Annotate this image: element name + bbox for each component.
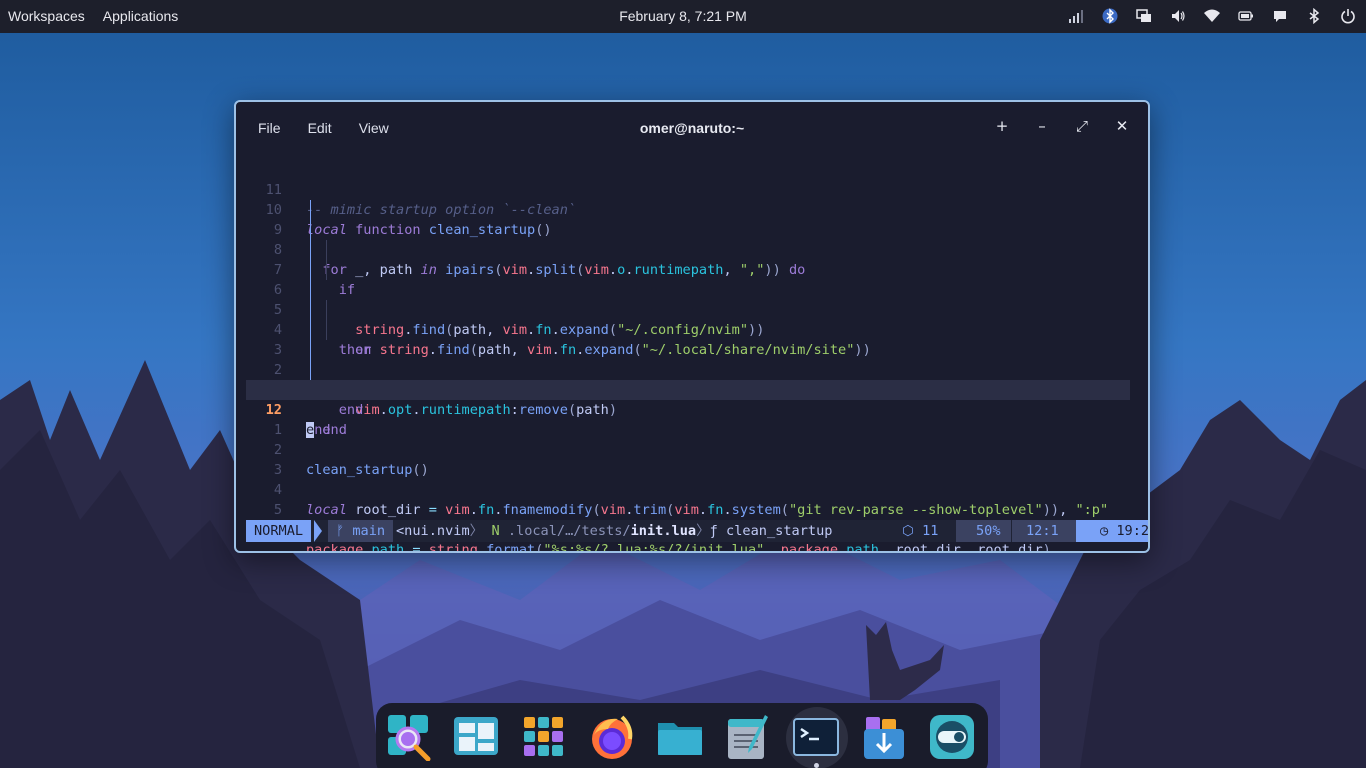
- menu-file[interactable]: File: [258, 120, 281, 136]
- indent-guide: [326, 300, 327, 320]
- code-line: 9 for _, path in ipairs(vim.split(vim.o.…: [246, 200, 1130, 278]
- maximize-icon[interactable]: ⤢: [1072, 116, 1092, 136]
- git-branch: ᚠ main: [328, 520, 394, 542]
- volume-icon[interactable]: [1168, 6, 1188, 26]
- settings-toggle-icon[interactable]: [928, 713, 976, 761]
- cursor-position: 12:1: [1012, 520, 1081, 542]
- indent-guide: [326, 240, 327, 260]
- indent-guide: [310, 320, 311, 340]
- code-line: 4 vim.opt.packpath:remove(path): [246, 300, 1130, 398]
- breadcrumb-plugin: <nui.nvim: [396, 523, 470, 539]
- active-app-indicator: [814, 763, 819, 768]
- clock[interactable]: February 8, 7:21 PM: [619, 8, 747, 24]
- firefox-icon[interactable]: [588, 713, 636, 761]
- indent-guide: [310, 360, 311, 380]
- code-line: 7 string.find(path, vim.fn.expand("~/.co…: [246, 240, 1130, 338]
- close-icon[interactable]: ✕: [1112, 116, 1132, 136]
- menu-view[interactable]: View: [359, 120, 389, 136]
- code-line: 5: [246, 480, 1130, 518]
- breadcrumb-function: clean_startup: [726, 523, 833, 539]
- code-line: 2 clean_startup(): [246, 420, 1130, 478]
- indent-guide: [310, 260, 311, 280]
- display-icon[interactable]: [1134, 6, 1154, 26]
- cube-icon: ⬡: [902, 523, 914, 539]
- clock-segment: ◷ 19:2: [1076, 520, 1148, 542]
- indent-guide: [310, 300, 311, 320]
- software-center-icon[interactable]: [860, 713, 908, 761]
- workspaces-button[interactable]: Workspaces: [8, 8, 85, 24]
- code-line: 6 package.path = string.format("%s;%s/?.…: [246, 500, 1130, 551]
- breadcrumb-separator: 〉: [696, 523, 710, 539]
- code-line: 10 local function clean_startup(): [246, 180, 1130, 238]
- app-grid-icon[interactable]: [520, 713, 568, 761]
- terminal-icon[interactable]: [792, 713, 840, 761]
- indent-guide: [310, 200, 311, 220]
- top-panel: Workspaces Applications February 8, 7:21…: [0, 0, 1366, 33]
- dock: [376, 703, 988, 768]
- minimize-icon[interactable]: –: [1032, 116, 1052, 136]
- notifications-icon[interactable]: [1270, 6, 1290, 26]
- code-editor[interactable]: 11 -- mimic startup option `--clean` 10 …: [246, 160, 1140, 551]
- mode-indicator: NORMAL: [246, 520, 312, 542]
- indent-guide: [326, 260, 327, 280]
- files-icon[interactable]: [656, 713, 704, 761]
- mode-separator: [314, 520, 322, 542]
- neovim-icon: N: [483, 523, 500, 539]
- code-line: 5 then: [246, 280, 1130, 358]
- battery-icon[interactable]: [1236, 6, 1256, 26]
- code-line: 4 local root_dir = vim.fn.fnamemodify(vi…: [246, 460, 1130, 518]
- menu-edit[interactable]: Edit: [308, 120, 332, 136]
- bluetooth-icon[interactable]: [1100, 6, 1120, 26]
- indent-guide: [310, 240, 311, 260]
- statusline: NORMAL ᚠ main <nui.nvim〉 N .local/…/test…: [246, 520, 1148, 542]
- bluetooth-alt-icon[interactable]: [1304, 6, 1324, 26]
- workspaces-app-icon[interactable]: [452, 713, 500, 761]
- code-line: 11 -- mimic startup option `--clean`: [246, 160, 1130, 218]
- function-icon: ƒ: [709, 523, 718, 539]
- scroll-percent: 50%: [956, 520, 1011, 542]
- wifi-icon[interactable]: [1202, 6, 1222, 26]
- clock-icon: ◷: [1100, 523, 1117, 539]
- current-line: 12 end: [246, 380, 1130, 438]
- indent-guide: [310, 340, 311, 360]
- applications-button[interactable]: Applications: [103, 8, 179, 24]
- text-editor-icon[interactable]: [724, 713, 772, 761]
- indent-guide: [310, 220, 311, 240]
- code-line: 1 end: [246, 360, 1130, 438]
- window-titlebar[interactable]: File Edit View omer@naruto:~ + – ⤢ ✕: [236, 102, 1148, 154]
- breadcrumb-path: .local/…/tests/: [499, 523, 631, 539]
- breadcrumb-separator: 〉: [469, 523, 484, 539]
- code-line: 8 if: [246, 220, 1130, 298]
- statusline-time: 19:2: [1116, 523, 1148, 539]
- code-line: 3: [246, 440, 1130, 478]
- lsp-count-value: 11: [922, 523, 939, 539]
- lsp-count: ⬡ 11: [902, 520, 938, 542]
- code-line: 1: [246, 400, 1130, 438]
- search-app-icon[interactable]: [386, 713, 434, 762]
- breadcrumb: <nui.nvim〉 N .local/…/tests/init.lua〉ƒ c…: [396, 520, 832, 542]
- indent-guide: [310, 280, 311, 300]
- code-line: 6 or string.find(path, vim.fn.expand("~/…: [246, 260, 1130, 358]
- breadcrumb-file: init.lua: [630, 523, 697, 539]
- indent-guide: [326, 320, 327, 340]
- code-line: 3 vim.opt.runtimepath:remove(path): [246, 320, 1130, 418]
- terminal-window[interactable]: File Edit View omer@naruto:~ + – ⤢ ✕ 11 …: [234, 100, 1150, 553]
- code-line: 2 end: [246, 340, 1130, 418]
- new-tab-icon[interactable]: +: [992, 116, 1012, 136]
- power-icon[interactable]: [1338, 6, 1358, 26]
- signal-icon[interactable]: [1066, 6, 1086, 26]
